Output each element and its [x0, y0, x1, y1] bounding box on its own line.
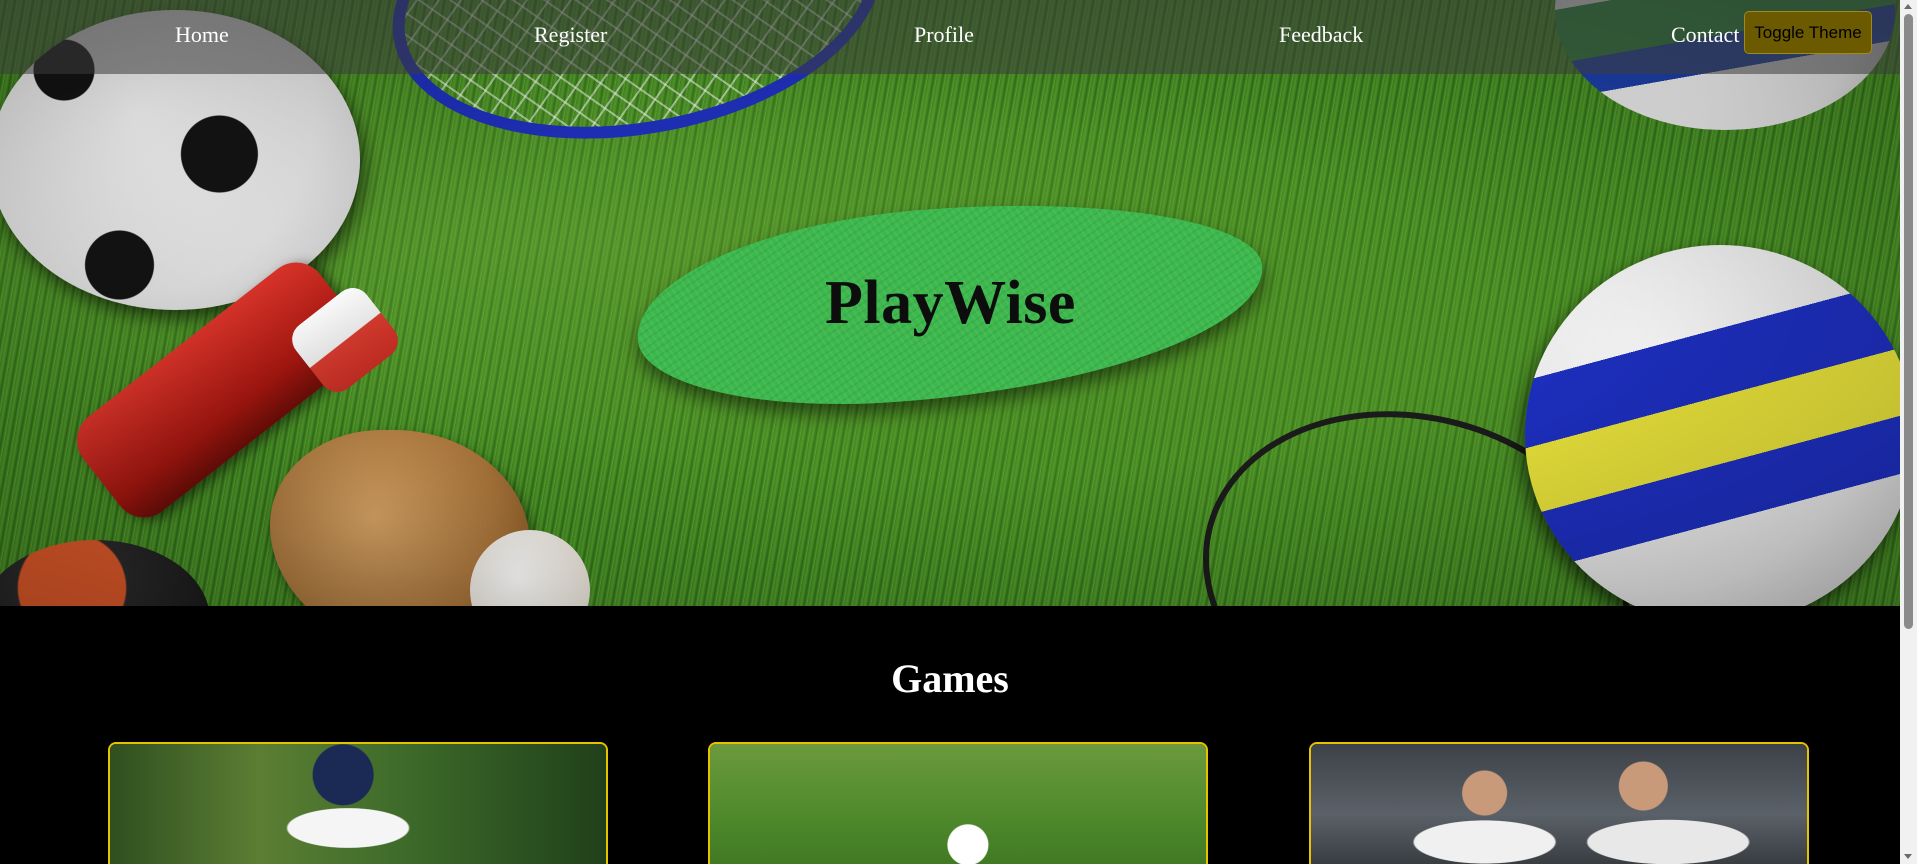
football-image: [1311, 744, 1807, 864]
nav-link-home[interactable]: Home: [175, 22, 229, 48]
scroll-thumb[interactable]: [1904, 14, 1913, 629]
navbar: Home Register Profile Feedback Contact U…: [0, 0, 1900, 74]
game-card-cricket[interactable]: [108, 742, 608, 864]
scroll-up-arrow-icon[interactable]: [1904, 4, 1912, 9]
page: PlayWise Home Register Profile Feedback …: [0, 0, 1900, 864]
toggle-theme-button[interactable]: Toggle Theme: [1744, 11, 1872, 54]
site-title: PlayWise: [824, 268, 1076, 337]
golf-image: [710, 744, 1206, 864]
scroll-down-arrow-icon[interactable]: [1904, 854, 1912, 859]
cricket-image: [110, 744, 606, 864]
games-heading: Games: [891, 656, 1009, 701]
nav-link-register[interactable]: Register: [534, 22, 607, 48]
nav-link-feedback[interactable]: Feedback: [1279, 22, 1363, 48]
game-card-football[interactable]: [1309, 742, 1809, 864]
hero-banner: PlayWise: [0, 0, 1900, 606]
nav-link-profile[interactable]: Profile: [914, 22, 974, 48]
game-card-golf[interactable]: [708, 742, 1208, 864]
vertical-scrollbar[interactable]: [1900, 0, 1917, 864]
